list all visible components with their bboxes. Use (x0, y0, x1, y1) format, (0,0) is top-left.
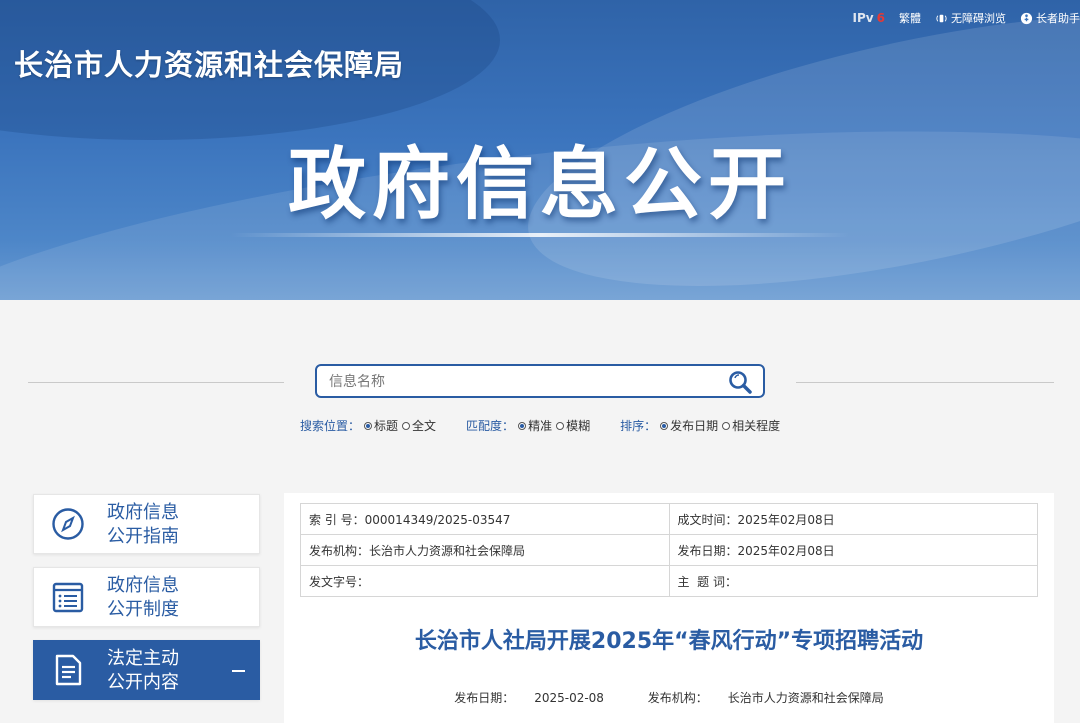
radio-dot (402, 421, 411, 430)
sidebar-label-line2: 公开内容 (107, 672, 179, 693)
article-info: 发布日期： 2025-02-08 发布机构： 长治市人力资源和社会保障局 (284, 689, 1054, 706)
compass-icon (52, 508, 84, 540)
accessibility-audio-icon (936, 14, 947, 22)
article-org: 发布机构： 长治市人力资源和社会保障局 (638, 691, 894, 705)
divider-left (28, 382, 284, 383)
radio-fuzzy-label: 模糊 (566, 419, 591, 433)
table-row: 发布机构：长治市人力资源和社会保障局 发布日期：2025年02月08日 (300, 534, 1038, 566)
list-document-icon (52, 582, 84, 613)
publish-date-value: 2025年02月08日 (737, 543, 835, 558)
created-date-value: 2025年02月08日 (737, 512, 835, 527)
sidebar-item-label: 政府信息 公开指南 (107, 501, 179, 549)
search-options: 搜索位置： 标题 全文 匹配度： 精准 模糊 排序： 发布日期 相关程度 (300, 417, 810, 434)
elderly-assistant-label: 长者助手 (1036, 12, 1080, 25)
radio-exact[interactable]: 精准 (518, 417, 552, 434)
search-position-label: 搜索位置： (300, 419, 361, 433)
search-input[interactable] (327, 371, 721, 393)
article-date-value: 2025-02-08 (534, 691, 604, 705)
elderly-icon (1020, 12, 1033, 24)
article-org-value: 长治市人力资源和社会保障局 (727, 691, 884, 705)
table-row: 发文字号： 主 题 词： (300, 565, 1038, 597)
index-number-cell: 索 引 号：000014349/2025-03547 (300, 503, 670, 535)
document-number-label: 发文字号： (309, 574, 370, 589)
article-title: 长治市人社局开展2025年“春风行动”专项招聘活动 (414, 629, 924, 654)
search-box (315, 364, 765, 398)
divider-right (796, 382, 1054, 383)
sidebar-label-line1: 政府信息 (107, 575, 179, 596)
sidebar-label-line1: 政府信息 (107, 502, 179, 523)
top-toolbar: IPv 6 繁體 无障碍浏览 长者助手 (853, 10, 1080, 26)
radio-relevance-label: 相关程度 (732, 419, 781, 433)
table-row: 索 引 号：000014349/2025-03547 成文时间：2025年02月… (300, 503, 1038, 535)
sidebar-label-line1: 法定主动 (107, 648, 179, 669)
sidebar-label-line2: 公开指南 (107, 526, 179, 547)
radio-dot (556, 421, 565, 430)
ipv6-suffix: 6 (876, 11, 885, 25)
sort-group: 排序： 发布日期 相关程度 (620, 417, 784, 434)
sidebar-item-disclosure-system[interactable]: 政府信息 公开制度 (33, 567, 260, 627)
ipv6-prefix: IPv (852, 11, 874, 25)
elderly-assistant-link[interactable]: 长者助手 (1020, 10, 1080, 26)
metadata-table: 索 引 号：000014349/2025-03547 成文时间：2025年02月… (300, 503, 1038, 597)
radio-dot-selected (364, 421, 373, 430)
article-date: 发布日期： 2025-02-08 (444, 691, 614, 705)
article-date-label: 发布日期： (454, 691, 515, 705)
match-group: 匹配度： 精准 模糊 (466, 417, 594, 434)
radio-date[interactable]: 发布日期 (660, 417, 718, 434)
traditional-chinese-link[interactable]: 繁體 (899, 10, 921, 26)
document-number-cell: 发文字号： (300, 565, 670, 597)
subject-label: 主 题 词： (677, 574, 737, 589)
radio-relevance[interactable]: 相关程度 (722, 417, 780, 434)
search-position-group: 搜索位置： 标题 全文 (300, 417, 440, 434)
radio-date-label: 发布日期 (670, 419, 719, 433)
sidebar-item-label: 政府信息 公开制度 (107, 574, 179, 622)
article-org-label: 发布机构： (647, 691, 708, 705)
accessible-browsing-link[interactable]: 无障碍浏览 (935, 10, 1006, 26)
radio-exact-label: 精准 (528, 419, 553, 433)
radio-dot-selected (660, 421, 669, 430)
publish-date-cell: 发布日期：2025年02月08日 (668, 534, 1038, 566)
index-number-label: 索 引 号： (309, 512, 365, 527)
radio-fuzzy[interactable]: 模糊 (556, 417, 590, 434)
sidebar-item-disclosure-guide[interactable]: 政府信息 公开指南 (33, 494, 260, 554)
publisher-value: 长治市人力资源和社会保障局 (369, 543, 526, 558)
sidebar-item-statutory-content[interactable]: 法定主动 公开内容 (33, 640, 260, 700)
match-label: 匹配度： (466, 419, 515, 433)
publish-date-label: 发布日期： (677, 543, 738, 558)
site-title[interactable]: 长治市人力资源和社会保障局 (14, 42, 404, 84)
banner-title: 政府信息公开 (287, 140, 792, 230)
radio-fulltext-label: 全文 (412, 419, 437, 433)
ipv6-badge: IPv 6 (853, 11, 885, 25)
radio-title[interactable]: 标题 (364, 417, 398, 434)
accessible-browsing-label: 无障碍浏览 (951, 12, 1006, 25)
radio-fulltext[interactable]: 全文 (402, 417, 436, 434)
radio-title-label: 标题 (374, 419, 399, 433)
sort-label: 排序： (620, 419, 657, 433)
radio-dot (722, 421, 731, 430)
sidebar-item-label: 法定主动 公开内容 (107, 647, 179, 695)
created-date-label: 成文时间： (677, 512, 738, 527)
banner-glow-line (230, 233, 850, 237)
index-number-value: 000014349/2025-03547 (364, 512, 511, 527)
article-panel: 索 引 号：000014349/2025-03547 成文时间：2025年02月… (284, 493, 1054, 723)
header-banner: IPv 6 繁體 无障碍浏览 长者助手 长治市人力资源和社会保障局 政府信息公开 (0, 0, 1080, 300)
subject-cell: 主 题 词： (668, 565, 1038, 597)
publisher-cell: 发布机构：长治市人力资源和社会保障局 (300, 534, 670, 566)
collapse-icon[interactable] (232, 670, 245, 672)
sidebar-label-line2: 公开制度 (107, 599, 179, 620)
radio-dot-selected (518, 421, 527, 430)
document-icon (55, 654, 82, 686)
publisher-label: 发布机构： (309, 543, 370, 558)
search-icon[interactable] (727, 369, 753, 395)
created-date-cell: 成文时间：2025年02月08日 (668, 503, 1038, 535)
